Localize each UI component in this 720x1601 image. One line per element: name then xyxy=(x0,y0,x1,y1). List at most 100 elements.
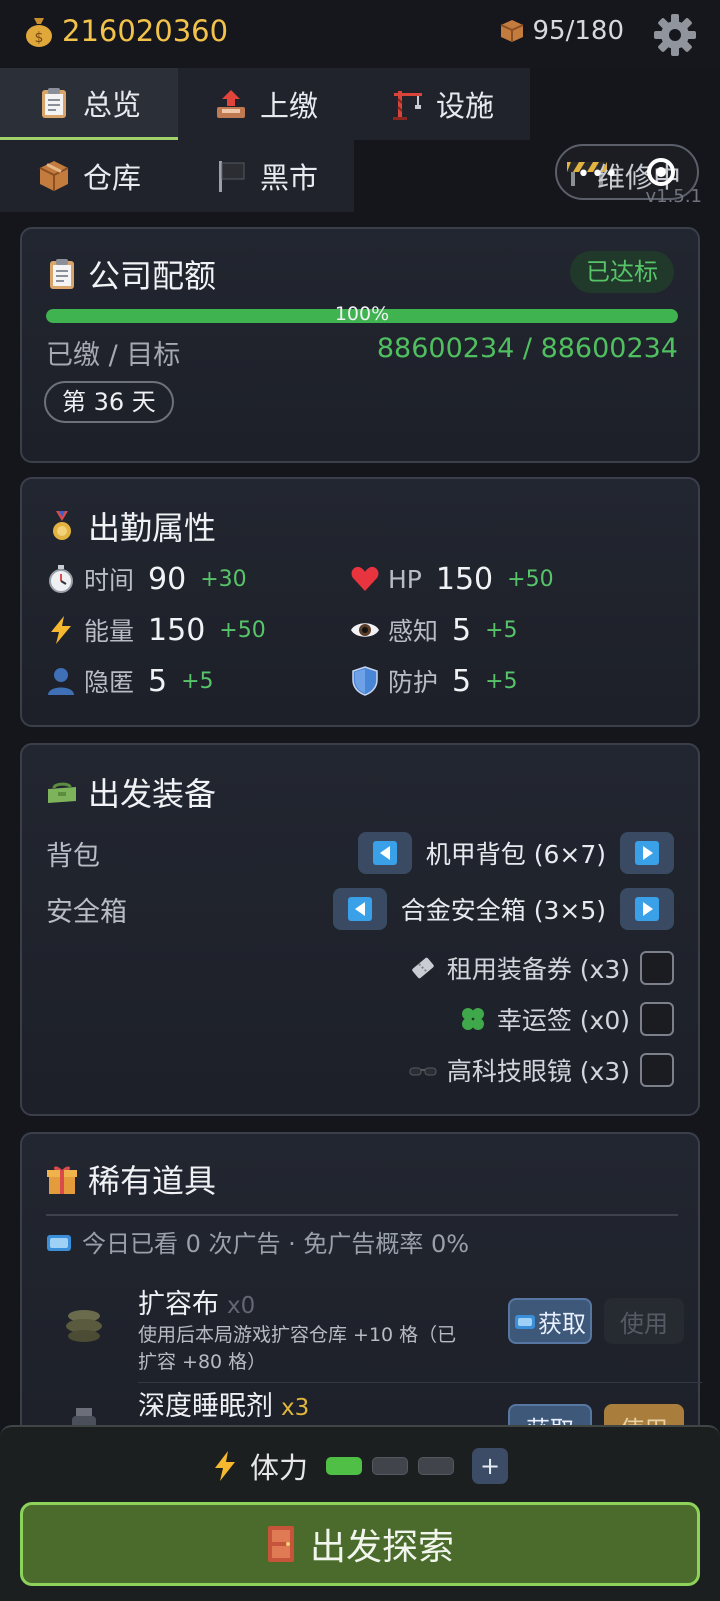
medal-icon xyxy=(53,511,71,540)
day-counter: 第 36 天 xyxy=(44,381,174,423)
left-arrow-icon xyxy=(347,897,372,921)
money-bag-icon: $ xyxy=(26,18,52,47)
door-icon xyxy=(267,1526,294,1562)
tv-icon xyxy=(47,1234,71,1251)
option-lucky-charm-checkbox[interactable] xyxy=(640,1002,674,1036)
attr-time-bonus: +30 xyxy=(200,566,247,592)
option-rental-ticket-checkbox[interactable] xyxy=(640,951,674,985)
attr-energy-bonus: +50 xyxy=(219,617,266,643)
lightning-icon xyxy=(51,616,71,644)
attr-energy-name: 能量 xyxy=(84,617,135,646)
capacity-value: 95/180 xyxy=(532,16,624,46)
attr-stealth-bonus: +5 xyxy=(181,668,214,694)
tab-facilities-label: 设施 xyxy=(435,89,494,123)
start-explore-button[interactable]: 出发探索 xyxy=(20,1502,700,1586)
quota-paid-value: 88600234 / 88600234 xyxy=(376,333,678,364)
record-icon[interactable] xyxy=(647,158,675,186)
rare-item-desc: 使用后本局游戏扩容仓库 +10 格（已扩容 +80 格） xyxy=(138,1324,457,1373)
tab-submit[interactable]: 上缴 xyxy=(178,68,354,140)
stamina-row: 体力 + xyxy=(210,1445,509,1487)
use-item-button[interactable]: 使用 xyxy=(604,1298,684,1344)
tab-black-market-label: 黑市 xyxy=(259,161,318,195)
clipboard-icon xyxy=(50,259,74,289)
tab-overview-label: 总览 xyxy=(82,87,141,122)
stamina-segment xyxy=(418,1457,455,1475)
tab-facilities[interactable]: 设施 xyxy=(354,68,530,140)
gift-icon xyxy=(47,1166,77,1194)
rare-item-name-text: 深度睡眠剂 xyxy=(138,1391,273,1422)
option-tech-glasses-checkbox[interactable] xyxy=(640,1053,674,1087)
ticket-icon xyxy=(412,957,434,979)
start-explore-label: 出发探索 xyxy=(309,1527,454,1568)
box-icon xyxy=(500,20,523,42)
rare-item-name: 深度睡眠剂 x3 xyxy=(138,1384,309,1423)
upload-tray-icon xyxy=(216,90,245,118)
attr-hp-bonus: +50 xyxy=(507,566,554,592)
money-value: 216020360 xyxy=(62,14,229,48)
tab-overview[interactable]: 总览 xyxy=(0,68,178,140)
get-item-label: 获取 xyxy=(538,1309,586,1338)
ad-note: 今日已看 0 次广告 · 免广告概率 0% xyxy=(46,1224,469,1259)
shield-icon xyxy=(352,666,378,696)
attr-energy: 能量 150 +50 xyxy=(46,610,266,650)
bottom-bar: 体力 + 出发探索 xyxy=(0,1425,720,1601)
attr-perception-value: 5 xyxy=(452,612,472,648)
attr-defense-bonus: +5 xyxy=(485,668,518,694)
cloth-roll-icon xyxy=(66,1310,102,1342)
attr-stealth: 隐匿 5 +5 xyxy=(46,661,214,701)
safe-next-button[interactable] xyxy=(620,888,674,930)
box-icon xyxy=(39,161,69,191)
attr-perception-bonus: +5 xyxy=(485,617,518,643)
option-tech-glasses[interactable]: 高科技眼镜 (x3) xyxy=(409,1050,674,1090)
tab-black-market[interactable]: 黑市 xyxy=(178,140,354,212)
rare-item-qty: x3 xyxy=(281,1395,310,1421)
status-badge: 已达标 xyxy=(570,251,674,293)
quota-paid-row: 已缴 / 目标 88600234 / 88600234 xyxy=(46,333,678,372)
equipment-title: 出发装备 xyxy=(46,769,216,815)
right-arrow-icon xyxy=(635,841,659,865)
attr-hp: HP 150 +50 xyxy=(350,559,554,599)
safe-selector: 合金安全箱 (3×5) xyxy=(332,887,674,931)
quota-progress-label: 100% xyxy=(334,303,390,325)
backpack-label: 背包 xyxy=(46,841,100,872)
get-item-button[interactable]: 获取 xyxy=(508,1298,592,1344)
attr-hp-name: HP xyxy=(388,564,422,594)
option-lucky-charm-label: 幸运签 (x0) xyxy=(496,1006,630,1035)
black-flag-icon xyxy=(218,161,245,192)
rare-title: 稀有道具 xyxy=(46,1156,216,1202)
attr-defense-name: 防护 xyxy=(388,668,439,697)
money-display: $ 216020360 xyxy=(24,14,228,48)
quota-card: 公司配额 已达标 100% 已缴 / 目标 88600234 / 8860023… xyxy=(20,227,700,463)
option-rental-ticket[interactable]: 租用装备券 (x3) xyxy=(409,948,674,988)
svg-text:$: $ xyxy=(35,30,44,46)
person-silhouette-icon xyxy=(48,668,74,695)
item-separator xyxy=(138,1382,702,1383)
gear-icon[interactable] xyxy=(652,12,698,58)
backpack-prev-button[interactable] xyxy=(357,832,412,874)
backpack-next-button[interactable] xyxy=(620,832,674,874)
rare-title-text: 稀有道具 xyxy=(88,1162,217,1200)
safe-prev-button[interactable] xyxy=(332,888,387,930)
attr-defense-value: 5 xyxy=(452,663,472,699)
attr-time-value: 90 xyxy=(148,561,187,597)
ad-note-text: 今日已看 0 次广告 · 免广告概率 0% xyxy=(82,1230,470,1258)
rare-item-name-text: 扩容布 xyxy=(138,1289,219,1320)
rare-items-card: 稀有道具 今日已看 0 次广告 · 免广告概率 0% 扩容布 x0 使用后本局游戏… xyxy=(20,1132,702,1472)
right-arrow-icon xyxy=(635,897,659,921)
tab-submit-label: 上缴 xyxy=(259,89,318,123)
crane-icon xyxy=(392,91,422,120)
attr-stealth-name: 隐匿 xyxy=(84,668,135,697)
tab-warehouse[interactable]: 仓库 xyxy=(0,140,178,212)
attr-perception: 感知 5 +5 xyxy=(350,610,518,650)
quota-title-text: 公司配额 xyxy=(88,257,217,295)
bag-icon xyxy=(48,782,76,803)
tab-warehouse-label: 仓库 xyxy=(82,161,141,195)
backpack-selector: 机甲背包 (6×7) xyxy=(357,831,674,875)
attr-hp-value: 150 xyxy=(435,561,494,597)
add-stamina-button[interactable]: + xyxy=(472,1448,509,1484)
option-lucky-charm[interactable]: 幸运签 (x0) xyxy=(459,999,674,1039)
stamina-segment xyxy=(372,1457,409,1475)
option-tech-glasses-label: 高科技眼镜 (x3) xyxy=(446,1057,630,1086)
attr-energy-value: 150 xyxy=(148,612,206,648)
more-dots-icon[interactable]: ••• xyxy=(577,162,619,187)
